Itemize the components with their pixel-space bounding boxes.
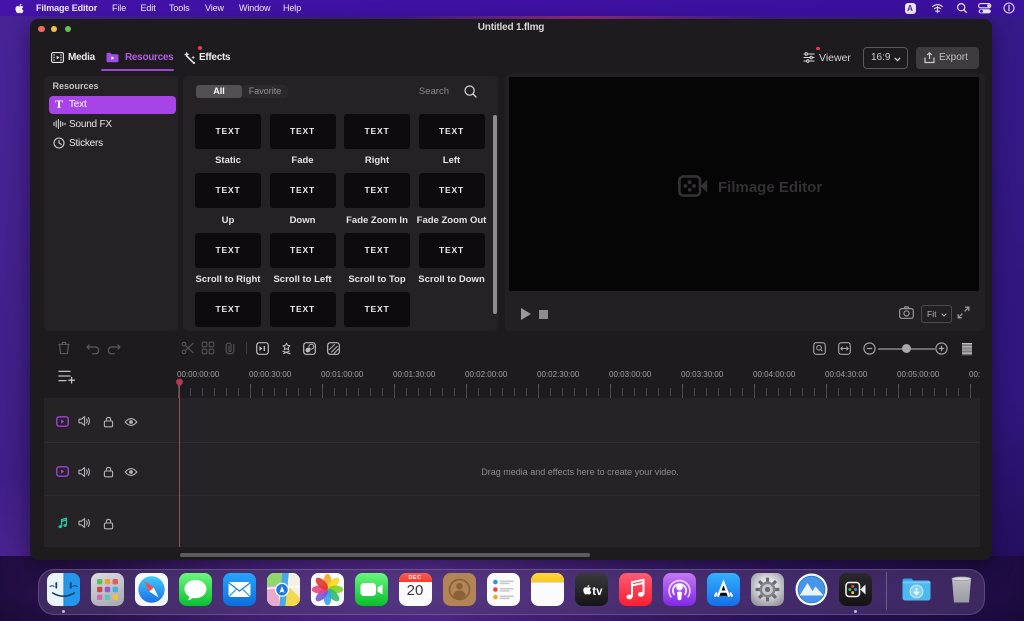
svg-text:tv: tv — [592, 585, 603, 597]
